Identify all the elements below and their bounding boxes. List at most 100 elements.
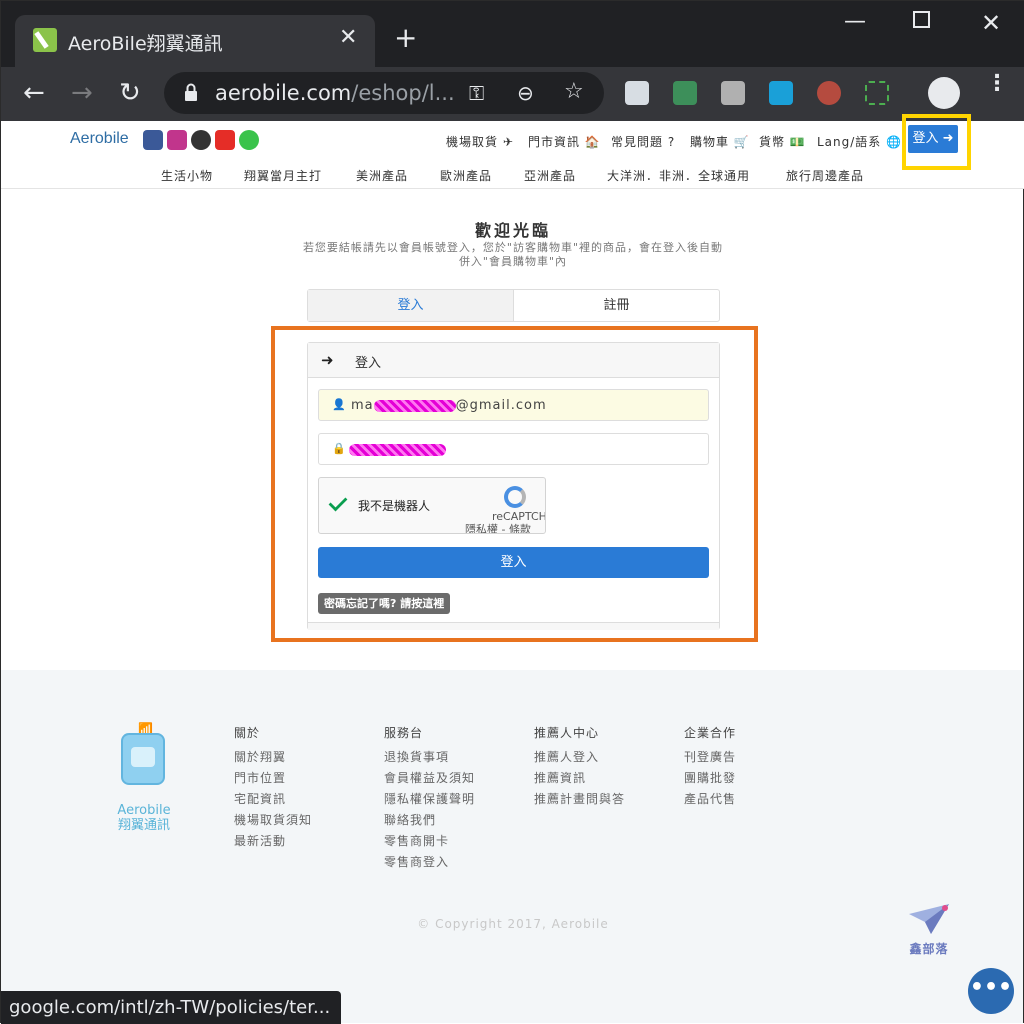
close-window-icon[interactable]: ✕ bbox=[981, 9, 1001, 37]
category-oceania-africa-global[interactable]: 大洋洲．非洲．全球通用 bbox=[607, 167, 750, 184]
recaptcha-links[interactable]: 隱私權 - 條款 bbox=[465, 521, 531, 533]
extension-briefcase-icon[interactable] bbox=[721, 81, 745, 105]
extension-glasses-icon[interactable] bbox=[817, 81, 841, 105]
mascot-logo bbox=[121, 733, 165, 785]
footer-link[interactable]: 團購批發 bbox=[684, 768, 736, 789]
footer-link[interactable]: 會員權益及須知 bbox=[384, 768, 475, 789]
recaptcha-widget[interactable]: 我不是機器人 reCAPTCHA 隱私權 - 條款 bbox=[318, 477, 546, 534]
category-europe[interactable]: 歐洲產品 bbox=[440, 167, 492, 184]
footer-link[interactable]: 零售商開卡 bbox=[384, 831, 475, 852]
favicon-icon bbox=[33, 28, 57, 52]
instagram-icon[interactable] bbox=[167, 130, 187, 150]
footer-link[interactable]: 推薦人登入 bbox=[534, 747, 625, 768]
footer-col-title: 服務台 bbox=[384, 726, 424, 740]
close-tab-icon[interactable]: ✕ bbox=[339, 25, 357, 50]
extension-notes-icon[interactable] bbox=[625, 81, 649, 105]
status-bar: google.com/intl/zh-TW/policies/ter... bbox=[1, 991, 341, 1024]
footer-col-about: 關於 關於翔翼 門市位置 宅配資訊 機場取貨須知 最新活動 bbox=[234, 724, 312, 852]
email-field[interactable]: 👤 ma @gmail.com bbox=[318, 389, 709, 421]
highlight-box-yellow bbox=[902, 114, 971, 170]
lock-icon bbox=[185, 83, 197, 101]
footer-link[interactable]: 關於翔翼 bbox=[234, 747, 312, 768]
browser-toolbar: ← → ↻ aerobile.com/eshop/l... ⚿ ⊖ ☆ ⋮ bbox=[1, 67, 1024, 121]
footer-col-title: 推薦人中心 bbox=[534, 726, 600, 740]
nav-language[interactable]: Lang/語系 🌐 bbox=[817, 133, 902, 150]
brand-logo[interactable]: Aerobile bbox=[70, 130, 129, 148]
category-monthly-feature[interactable]: 翔翼當月主打 bbox=[244, 167, 322, 184]
line-icon[interactable] bbox=[239, 130, 259, 150]
blog-icon[interactable] bbox=[191, 130, 211, 150]
category-americas[interactable]: 美洲產品 bbox=[356, 167, 408, 184]
password-value bbox=[349, 442, 446, 457]
password-field[interactable]: 🔒 bbox=[318, 433, 709, 465]
url-text[interactable]: aerobile.com/eshop/l... bbox=[215, 81, 455, 105]
footer-link[interactable]: 機場取貨須知 bbox=[234, 810, 312, 831]
back-icon[interactable]: ← bbox=[23, 79, 45, 107]
extension-arrow-icon[interactable] bbox=[769, 81, 793, 105]
footer-link[interactable]: 宅配資訊 bbox=[234, 789, 312, 810]
profile-avatar[interactable] bbox=[928, 77, 960, 109]
key-icon[interactable]: ⚿ bbox=[469, 81, 484, 105]
nav-cart[interactable]: 購物車 🛒 bbox=[690, 133, 750, 150]
mascot-face bbox=[131, 747, 155, 767]
extension-screenshot-icon[interactable] bbox=[865, 81, 889, 105]
page-title: 歡迎光臨 bbox=[474, 221, 551, 240]
copyright: © Copyright 2017, Aerobile bbox=[417, 917, 609, 931]
footer-link[interactable]: 產品代售 bbox=[684, 789, 736, 810]
lock-field-icon: 🔒 bbox=[332, 442, 346, 455]
footer-col-title: 企業合作 bbox=[684, 726, 737, 740]
address-bar[interactable]: aerobile.com/eshop/l... ⚿ ⊖ ☆ bbox=[164, 72, 604, 114]
footer-link[interactable]: 聯絡我們 bbox=[384, 810, 475, 831]
tab-login[interactable]: 登入 bbox=[308, 290, 514, 321]
browser-window: AeroBile翔翼通訊 ✕ + — ✕ ← → ↻ aerobile.com/… bbox=[0, 0, 1024, 1024]
forgot-password-button[interactable]: 密碼忘記了嗎? 請按這裡 bbox=[318, 593, 451, 614]
login-panel: ➜ 登入 👤 ma@gmail.com 🔒 我不是機器人 reCAPTCHA 隱… bbox=[307, 342, 720, 630]
footer-link[interactable]: 隱私權保護聲明 bbox=[384, 789, 475, 810]
tab-title: AeroBile翔翼通訊 bbox=[68, 33, 223, 55]
category-asia[interactable]: 亞洲產品 bbox=[524, 167, 576, 184]
footer-col-service: 服務台 退換貨事項 會員權益及須知 隱私權保護聲明 聯絡我們 零售商開卡 零售商… bbox=[384, 724, 475, 873]
tab-register[interactable]: 註冊 bbox=[514, 290, 719, 321]
minimize-icon[interactable]: — bbox=[844, 9, 866, 34]
footer-link[interactable]: 零售商登入 bbox=[384, 852, 475, 873]
auth-tabs: 登入 註冊 bbox=[307, 289, 720, 322]
login-panel-header: ➜ 登入 bbox=[308, 343, 719, 378]
forward-icon[interactable]: → bbox=[71, 79, 93, 107]
bookmark-star-icon[interactable]: ☆ bbox=[564, 79, 584, 104]
footer-col-title: 關於 bbox=[234, 726, 261, 740]
browser-menu-icon[interactable]: ⋮ bbox=[986, 73, 1008, 95]
sign-in-icon: ➜ bbox=[321, 351, 334, 369]
login-submit-button[interactable]: 登入 bbox=[318, 547, 709, 578]
browser-tab[interactable]: AeroBile翔翼通訊 ✕ bbox=[15, 15, 375, 67]
nav-store-info[interactable]: 門市資訊 🏠 bbox=[528, 133, 601, 150]
checkmark-icon[interactable] bbox=[328, 492, 348, 512]
footer-link[interactable]: 推薦計畫問與答 bbox=[534, 789, 625, 810]
zoom-icon[interactable]: ⊖ bbox=[517, 81, 534, 105]
nav-airport-pickup[interactable]: 機場取貨 ✈ bbox=[446, 133, 514, 150]
user-icon: 👤 bbox=[332, 398, 346, 411]
footer-link[interactable]: 退換貨事項 bbox=[384, 747, 475, 768]
maximize-icon[interactable] bbox=[913, 11, 930, 28]
login-notice: 若您要結帳請先以會員帳號登入，您於"訪客購物車"裡的商品，會在登入後自動併入"會… bbox=[302, 241, 724, 268]
category-travel-accessories[interactable]: 旅行周邊產品 bbox=[786, 167, 864, 184]
reload-icon[interactable]: ↻ bbox=[119, 79, 141, 107]
nav-faq[interactable]: 常見問題 ? bbox=[611, 133, 675, 150]
site-header: Aerobile 機場取貨 ✈ 門市資訊 🏠 常見問題 ? 購物車 🛒 貨幣 💵… bbox=[1, 121, 1024, 189]
nav-currency[interactable]: 貨幣 💵 bbox=[759, 133, 806, 150]
footer-link[interactable]: 推薦資訊 bbox=[534, 768, 625, 789]
new-tab-icon[interactable]: + bbox=[394, 23, 417, 53]
footer-link[interactable]: 最新活動 bbox=[234, 831, 312, 852]
footer-link[interactable]: 門市位置 bbox=[234, 768, 312, 789]
chat-bubble-icon[interactable]: ••• bbox=[968, 968, 1014, 1014]
footer-col-referrer: 推薦人中心 推薦人登入 推薦資訊 推薦計畫問與答 bbox=[534, 724, 625, 810]
email-value: ma @gmail.com bbox=[351, 398, 547, 413]
redacted-mark bbox=[349, 443, 446, 456]
recaptcha-logo-icon bbox=[504, 486, 526, 508]
facebook-icon[interactable] bbox=[143, 130, 163, 150]
footer-link[interactable]: 刊登廣告 bbox=[684, 747, 736, 768]
watermark: 鑫部落 bbox=[903, 902, 955, 957]
category-lifestyle[interactable]: 生活小物 bbox=[161, 167, 213, 184]
youtube-icon[interactable] bbox=[215, 130, 235, 150]
extension-mail-check-icon[interactable] bbox=[673, 81, 697, 105]
footer-brand-zh: 翔翼通訊 bbox=[117, 818, 170, 833]
